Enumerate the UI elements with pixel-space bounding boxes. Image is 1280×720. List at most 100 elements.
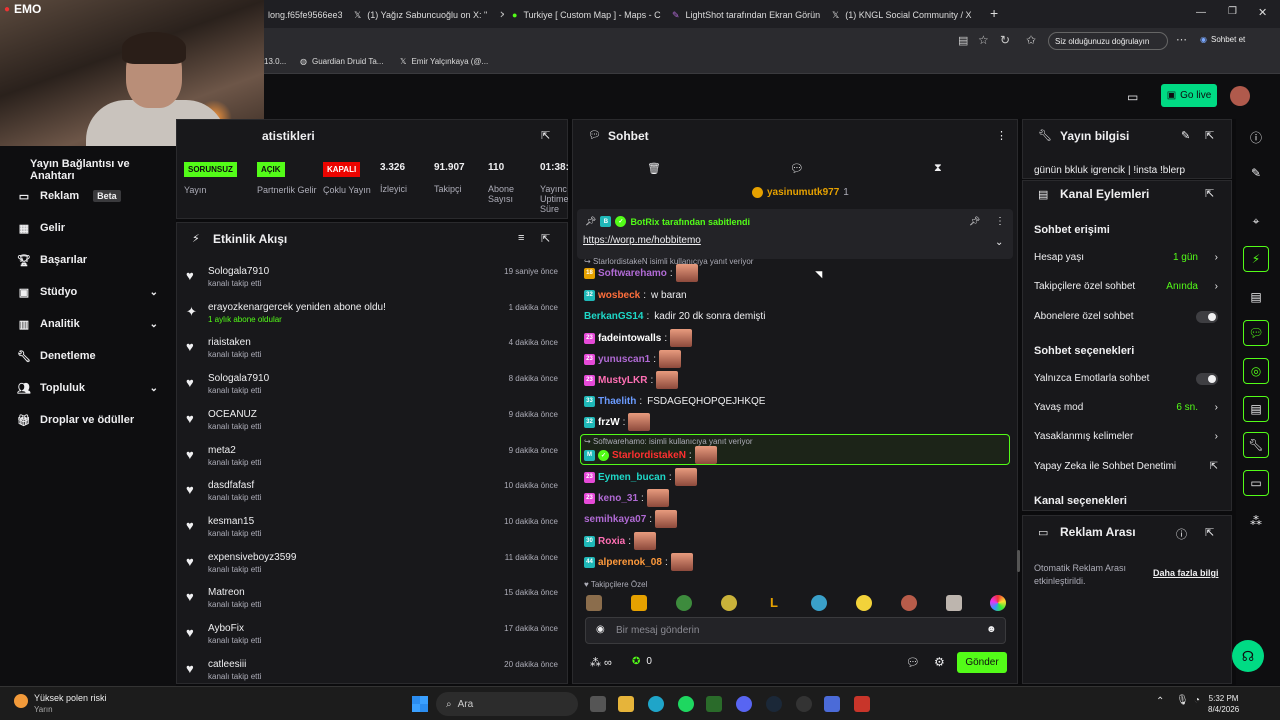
infinity-icon[interactable]: ⁂ ∞ xyxy=(590,656,612,669)
chat-username[interactable]: keno_31 xyxy=(598,493,638,504)
chat-message[interactable]: 23 yunuscan1: xyxy=(584,350,682,368)
refresh-icon[interactable]: ↻ xyxy=(1000,33,1010,47)
obs-icon[interactable] xyxy=(796,696,812,712)
filter-icon[interactable]: ≡ xyxy=(518,232,524,244)
chat-username[interactable]: Eymen_bucan xyxy=(598,472,666,483)
followers-chat-setting[interactable]: Takipçilere özel sohbet Anında › xyxy=(1034,281,1224,292)
activity-item[interactable]: ♥ dasdfafasf kanalı takip etti 10 dakika ön… xyxy=(186,480,560,514)
sidebar-item-revenue[interactable]: ▦ Gelir xyxy=(18,222,168,235)
go-live-button[interactable]: ▣ Go live xyxy=(1161,84,1217,107)
send-button[interactable]: Gönder xyxy=(957,652,1007,673)
chat-username[interactable]: frzW xyxy=(598,417,620,428)
sidebar-item-achievements[interactable]: 🏆︎ Başarılar xyxy=(17,254,168,267)
edge-icon[interactable] xyxy=(648,696,664,712)
chat-users-icon[interactable]: 💬︎ xyxy=(906,656,920,669)
chat-input[interactable]: ◉ Bir mesaj gönderin ☻ xyxy=(585,617,1006,644)
chat-username[interactable]: yunuscan1 xyxy=(598,354,650,365)
popout-icon[interactable]: ⇱ xyxy=(541,129,550,142)
popout-icon[interactable]: ⇱ xyxy=(541,232,550,245)
trash-icon[interactable]: 🗑︎ xyxy=(647,162,661,175)
chat-message[interactable]: 32 frzW: xyxy=(584,413,651,431)
lightning-icon[interactable]: ⚡︎ xyxy=(1243,246,1269,272)
chat-username[interactable]: Roxia xyxy=(598,536,625,547)
info-icon[interactable]: ⓘ xyxy=(1176,526,1187,542)
subs-chat-toggle[interactable] xyxy=(1196,310,1218,323)
wrench-icon[interactable]: 🔧︎ xyxy=(1243,432,1269,458)
emote-picker-item[interactable] xyxy=(811,595,827,611)
clock[interactable]: 5:32 PM 8/4/2026 xyxy=(1208,693,1239,715)
window-icon[interactable]: ▭ xyxy=(1243,470,1269,496)
pinned-link[interactable]: https://worp.me/hobbitemo xyxy=(583,235,701,246)
chat-message[interactable]: 23 Eymen_bucan: xyxy=(584,468,697,486)
more-menu-icon[interactable]: ⋯ xyxy=(1176,33,1187,46)
chat-message[interactable]: semihkaya07: xyxy=(584,510,678,528)
wifi-icon[interactable]: ◔ xyxy=(1194,695,1200,706)
top-gifter[interactable]: yasinumutk977 1 xyxy=(752,187,849,198)
channel-actions-icon[interactable]: ▤ xyxy=(1243,396,1269,422)
copilot-button[interactable]: ◉ Sohbet et xyxy=(1200,35,1245,44)
activity-item[interactable]: ♥ Sologala7910 kanalı takip etti 8 dakika ö… xyxy=(186,373,560,407)
account-age-setting[interactable]: Hesap yaşı 1 gün › xyxy=(1034,252,1224,263)
windows-start-icon[interactable] xyxy=(412,696,428,712)
activity-item[interactable]: ♥ AyboFix kanalı takip etti 17 dakika önce xyxy=(186,623,560,657)
stream-key-link[interactable]: Yayın Bağlantısı ve Anahtarı xyxy=(30,158,176,182)
activity-item[interactable]: ♥ catleesiii kanalı takip etti 20 dakika ön… xyxy=(186,659,560,693)
sidebar-item-ads[interactable]: ▭ Reklam Beta xyxy=(18,190,168,203)
chat-message[interactable]: 18 Softwarehamo: xyxy=(584,264,698,282)
popout-icon[interactable]: ⇱ xyxy=(1205,187,1214,200)
bookmark[interactable]: 13.0... xyxy=(264,57,286,66)
close-icon[interactable]: ✕ xyxy=(499,10,504,21)
emote-picker-item[interactable] xyxy=(901,595,917,611)
emote-picker-item[interactable] xyxy=(631,595,647,611)
emoji-icon[interactable]: ☻ xyxy=(986,624,997,635)
chevron-down-icon[interactable]: ⌄ xyxy=(995,237,1003,248)
chat-message[interactable]: 32 wosbeck: w baran xyxy=(584,286,687,304)
emote-picker-item[interactable]: L xyxy=(766,595,782,611)
file-explorer-icon[interactable] xyxy=(618,696,634,712)
info-icon[interactable]: ⓘ xyxy=(1243,124,1269,150)
sidebar-item-analytics[interactable]: ▥ Analitik ⌄ xyxy=(18,318,168,331)
chat-icon[interactable]: 💬︎ xyxy=(1243,320,1269,346)
emote-picker-item[interactable] xyxy=(856,595,872,611)
pin-icon[interactable]: 📌︎ xyxy=(969,216,980,227)
sidebar-item-moderation[interactable]: 🔧︎ Denetleme xyxy=(17,350,168,363)
emote-picker-item[interactable] xyxy=(676,595,692,611)
browser-tab[interactable]: ✎LightShot tarafından Ekran Görün✕ xyxy=(666,4,822,26)
favorites-icon[interactable]: ✩ xyxy=(1026,33,1036,47)
activity-item[interactable]: ♥ OCEANUZ kanalı takip etti 9 dakika önce xyxy=(186,409,560,443)
chat-message[interactable]: 44 alperenok_08: xyxy=(584,553,693,571)
pencil-icon[interactable]: ✎ xyxy=(1181,129,1190,142)
gear-icon[interactable]: ⚙︎ xyxy=(934,655,945,669)
slow-mode-setting[interactable]: Yavaş mod 6 sn. › xyxy=(1034,402,1224,413)
pencil-icon[interactable]: ✎ xyxy=(1243,160,1269,186)
favorite-star-icon[interactable]: ☆ xyxy=(978,33,989,47)
chat-username[interactable]: Softwarehamo xyxy=(598,268,667,279)
sidebar-item-community[interactable]: 👥︎ Topluluk ⌄ xyxy=(17,382,168,395)
more-menu-icon[interactable]: ⋮ xyxy=(996,129,1007,142)
chat-message[interactable]: 23 fadeintowalls: xyxy=(584,329,693,347)
browser-tab[interactable]: long.f65fe9566ee3b✕ xyxy=(262,4,342,26)
chat-username[interactable]: Thaelith xyxy=(598,396,636,407)
bookmark[interactable]: ◍ Guardian Druid Ta... xyxy=(300,57,383,66)
verify-identity-button[interactable]: Siz olduğunuzu doğrulayın xyxy=(1048,32,1168,50)
chat-message[interactable]: 33 Thaelith: FSDAGEQHOPQEJHKQE xyxy=(584,392,765,410)
browser-tab[interactable]: 𝕏(1) KNGL Social Community / X✕ xyxy=(826,4,982,26)
chat-username[interactable]: BerkanGS14 xyxy=(584,311,643,322)
reader-icon[interactable]: ▤ xyxy=(958,34,968,47)
broadcast-icon[interactable]: ◎ xyxy=(1243,358,1269,384)
maximize-button[interactable]: ❐ xyxy=(1228,6,1237,17)
chat-username[interactable]: MustyLKR xyxy=(598,375,647,386)
ad-break-learn-more[interactable]: Daha fazla bilgi xyxy=(1153,568,1219,578)
browser-tab[interactable]: ●Turkiye [ Custom Map ] - Maps - C✕ xyxy=(506,4,664,26)
target-icon[interactable]: ⌖ xyxy=(1243,208,1269,234)
microphone-icon[interactable]: 🎙︎ xyxy=(1176,695,1189,706)
stream-manager-icon[interactable]: ▭ xyxy=(1127,90,1138,104)
channel-points[interactable]: ✪ 0 xyxy=(632,656,652,667)
activity-item[interactable]: ♥ Sologala7910 kanalı takip etti 19 saniye … xyxy=(186,266,560,300)
hourglass-icon[interactable]: ⧗ xyxy=(934,162,942,175)
weather-title[interactable]: Yüksek polen riski xyxy=(34,693,107,703)
browser-tab[interactable]: 𝕏 (1) Yağız Sabuncuoğlu on X: " ✕ xyxy=(348,4,504,26)
more-menu-icon[interactable]: ⋮ xyxy=(995,216,1005,227)
community-icon[interactable]: ⁂ xyxy=(1243,508,1269,534)
activity-item[interactable]: ♥ expensiveboyz3599 kanalı takip etti 11 da… xyxy=(186,552,560,586)
